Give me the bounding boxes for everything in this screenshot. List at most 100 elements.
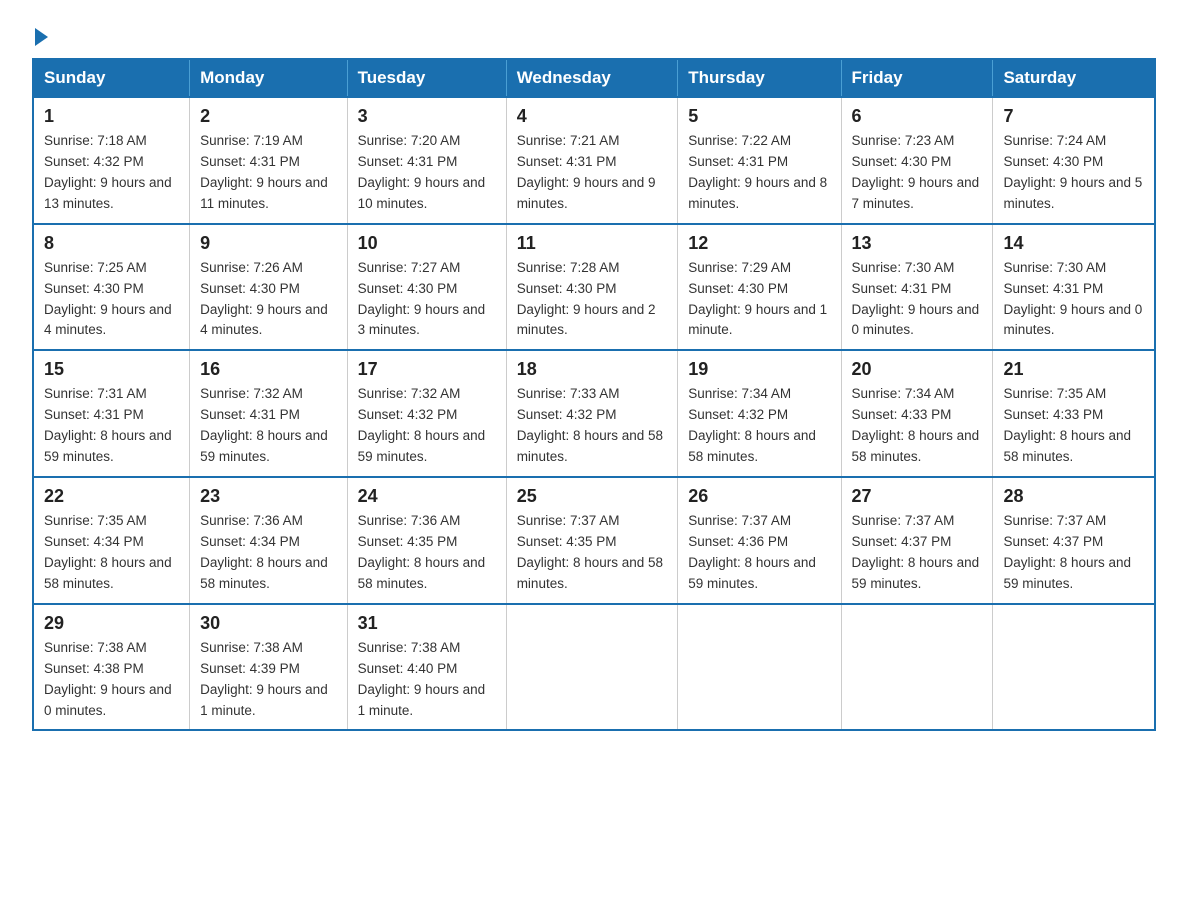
header-tuesday: Tuesday [347, 59, 506, 97]
calendar-cell: 24 Sunrise: 7:36 AMSunset: 4:35 PMDaylig… [347, 477, 506, 604]
week-row-3: 15 Sunrise: 7:31 AMSunset: 4:31 PMDaylig… [33, 350, 1155, 477]
day-number: 13 [852, 233, 983, 254]
calendar-cell: 11 Sunrise: 7:28 AMSunset: 4:30 PMDaylig… [506, 224, 678, 351]
day-info: Sunrise: 7:32 AMSunset: 4:31 PMDaylight:… [200, 384, 336, 468]
calendar-cell: 10 Sunrise: 7:27 AMSunset: 4:30 PMDaylig… [347, 224, 506, 351]
calendar-cell [506, 604, 678, 731]
day-info: Sunrise: 7:21 AMSunset: 4:31 PMDaylight:… [517, 131, 668, 215]
day-info: Sunrise: 7:18 AMSunset: 4:32 PMDaylight:… [44, 131, 179, 215]
page-header [32, 24, 1156, 42]
calendar-cell: 25 Sunrise: 7:37 AMSunset: 4:35 PMDaylig… [506, 477, 678, 604]
day-number: 14 [1003, 233, 1144, 254]
calendar-cell: 28 Sunrise: 7:37 AMSunset: 4:37 PMDaylig… [993, 477, 1155, 604]
day-number: 29 [44, 613, 179, 634]
day-info: Sunrise: 7:27 AMSunset: 4:30 PMDaylight:… [358, 258, 496, 342]
day-info: Sunrise: 7:35 AMSunset: 4:33 PMDaylight:… [1003, 384, 1144, 468]
calendar-cell [841, 604, 993, 731]
day-number: 8 [44, 233, 179, 254]
calendar-cell: 7 Sunrise: 7:24 AMSunset: 4:30 PMDayligh… [993, 97, 1155, 224]
day-number: 25 [517, 486, 668, 507]
calendar-cell: 17 Sunrise: 7:32 AMSunset: 4:32 PMDaylig… [347, 350, 506, 477]
calendar-cell: 13 Sunrise: 7:30 AMSunset: 4:31 PMDaylig… [841, 224, 993, 351]
day-number: 6 [852, 106, 983, 127]
day-info: Sunrise: 7:33 AMSunset: 4:32 PMDaylight:… [517, 384, 668, 468]
day-number: 23 [200, 486, 336, 507]
logo [32, 24, 48, 42]
week-row-4: 22 Sunrise: 7:35 AMSunset: 4:34 PMDaylig… [33, 477, 1155, 604]
day-info: Sunrise: 7:28 AMSunset: 4:30 PMDaylight:… [517, 258, 668, 342]
header-thursday: Thursday [678, 59, 841, 97]
calendar-cell: 14 Sunrise: 7:30 AMSunset: 4:31 PMDaylig… [993, 224, 1155, 351]
calendar-cell: 15 Sunrise: 7:31 AMSunset: 4:31 PMDaylig… [33, 350, 190, 477]
day-info: Sunrise: 7:36 AMSunset: 4:35 PMDaylight:… [358, 511, 496, 595]
calendar-cell [993, 604, 1155, 731]
day-number: 28 [1003, 486, 1144, 507]
day-info: Sunrise: 7:25 AMSunset: 4:30 PMDaylight:… [44, 258, 179, 342]
calendar-cell: 27 Sunrise: 7:37 AMSunset: 4:37 PMDaylig… [841, 477, 993, 604]
day-info: Sunrise: 7:26 AMSunset: 4:30 PMDaylight:… [200, 258, 336, 342]
day-number: 27 [852, 486, 983, 507]
day-info: Sunrise: 7:30 AMSunset: 4:31 PMDaylight:… [1003, 258, 1144, 342]
day-number: 16 [200, 359, 336, 380]
day-number: 9 [200, 233, 336, 254]
calendar-cell: 2 Sunrise: 7:19 AMSunset: 4:31 PMDayligh… [190, 97, 347, 224]
calendar-cell: 1 Sunrise: 7:18 AMSunset: 4:32 PMDayligh… [33, 97, 190, 224]
calendar-cell [678, 604, 841, 731]
day-number: 3 [358, 106, 496, 127]
day-info: Sunrise: 7:19 AMSunset: 4:31 PMDaylight:… [200, 131, 336, 215]
calendar-cell: 8 Sunrise: 7:25 AMSunset: 4:30 PMDayligh… [33, 224, 190, 351]
week-row-1: 1 Sunrise: 7:18 AMSunset: 4:32 PMDayligh… [33, 97, 1155, 224]
calendar-cell: 12 Sunrise: 7:29 AMSunset: 4:30 PMDaylig… [678, 224, 841, 351]
day-number: 18 [517, 359, 668, 380]
calendar-cell: 18 Sunrise: 7:33 AMSunset: 4:32 PMDaylig… [506, 350, 678, 477]
day-number: 7 [1003, 106, 1144, 127]
calendar-cell: 16 Sunrise: 7:32 AMSunset: 4:31 PMDaylig… [190, 350, 347, 477]
day-number: 5 [688, 106, 830, 127]
day-info: Sunrise: 7:30 AMSunset: 4:31 PMDaylight:… [852, 258, 983, 342]
logo-triangle-icon [35, 28, 48, 46]
calendar-cell: 31 Sunrise: 7:38 AMSunset: 4:40 PMDaylig… [347, 604, 506, 731]
day-number: 10 [358, 233, 496, 254]
header-row: SundayMondayTuesdayWednesdayThursdayFrid… [33, 59, 1155, 97]
calendar-cell: 5 Sunrise: 7:22 AMSunset: 4:31 PMDayligh… [678, 97, 841, 224]
day-info: Sunrise: 7:29 AMSunset: 4:30 PMDaylight:… [688, 258, 830, 342]
day-number: 19 [688, 359, 830, 380]
week-row-5: 29 Sunrise: 7:38 AMSunset: 4:38 PMDaylig… [33, 604, 1155, 731]
day-number: 24 [358, 486, 496, 507]
day-number: 15 [44, 359, 179, 380]
day-info: Sunrise: 7:37 AMSunset: 4:35 PMDaylight:… [517, 511, 668, 595]
calendar-cell: 6 Sunrise: 7:23 AMSunset: 4:30 PMDayligh… [841, 97, 993, 224]
day-info: Sunrise: 7:23 AMSunset: 4:30 PMDaylight:… [852, 131, 983, 215]
day-number: 17 [358, 359, 496, 380]
day-info: Sunrise: 7:32 AMSunset: 4:32 PMDaylight:… [358, 384, 496, 468]
day-info: Sunrise: 7:37 AMSunset: 4:37 PMDaylight:… [1003, 511, 1144, 595]
calendar-cell: 26 Sunrise: 7:37 AMSunset: 4:36 PMDaylig… [678, 477, 841, 604]
day-number: 4 [517, 106, 668, 127]
day-info: Sunrise: 7:38 AMSunset: 4:39 PMDaylight:… [200, 638, 336, 722]
header-friday: Friday [841, 59, 993, 97]
calendar-cell: 23 Sunrise: 7:36 AMSunset: 4:34 PMDaylig… [190, 477, 347, 604]
day-info: Sunrise: 7:34 AMSunset: 4:32 PMDaylight:… [688, 384, 830, 468]
calendar-cell: 19 Sunrise: 7:34 AMSunset: 4:32 PMDaylig… [678, 350, 841, 477]
calendar-cell: 30 Sunrise: 7:38 AMSunset: 4:39 PMDaylig… [190, 604, 347, 731]
day-info: Sunrise: 7:22 AMSunset: 4:31 PMDaylight:… [688, 131, 830, 215]
header-wednesday: Wednesday [506, 59, 678, 97]
day-info: Sunrise: 7:24 AMSunset: 4:30 PMDaylight:… [1003, 131, 1144, 215]
day-number: 30 [200, 613, 336, 634]
day-info: Sunrise: 7:34 AMSunset: 4:33 PMDaylight:… [852, 384, 983, 468]
calendar-cell: 29 Sunrise: 7:38 AMSunset: 4:38 PMDaylig… [33, 604, 190, 731]
day-info: Sunrise: 7:35 AMSunset: 4:34 PMDaylight:… [44, 511, 179, 595]
day-number: 26 [688, 486, 830, 507]
header-saturday: Saturday [993, 59, 1155, 97]
calendar-cell: 4 Sunrise: 7:21 AMSunset: 4:31 PMDayligh… [506, 97, 678, 224]
week-row-2: 8 Sunrise: 7:25 AMSunset: 4:30 PMDayligh… [33, 224, 1155, 351]
day-info: Sunrise: 7:38 AMSunset: 4:38 PMDaylight:… [44, 638, 179, 722]
calendar-table: SundayMondayTuesdayWednesdayThursdayFrid… [32, 58, 1156, 731]
calendar-cell: 22 Sunrise: 7:35 AMSunset: 4:34 PMDaylig… [33, 477, 190, 604]
day-number: 21 [1003, 359, 1144, 380]
header-monday: Monday [190, 59, 347, 97]
day-info: Sunrise: 7:31 AMSunset: 4:31 PMDaylight:… [44, 384, 179, 468]
day-number: 31 [358, 613, 496, 634]
day-number: 2 [200, 106, 336, 127]
day-info: Sunrise: 7:37 AMSunset: 4:36 PMDaylight:… [688, 511, 830, 595]
